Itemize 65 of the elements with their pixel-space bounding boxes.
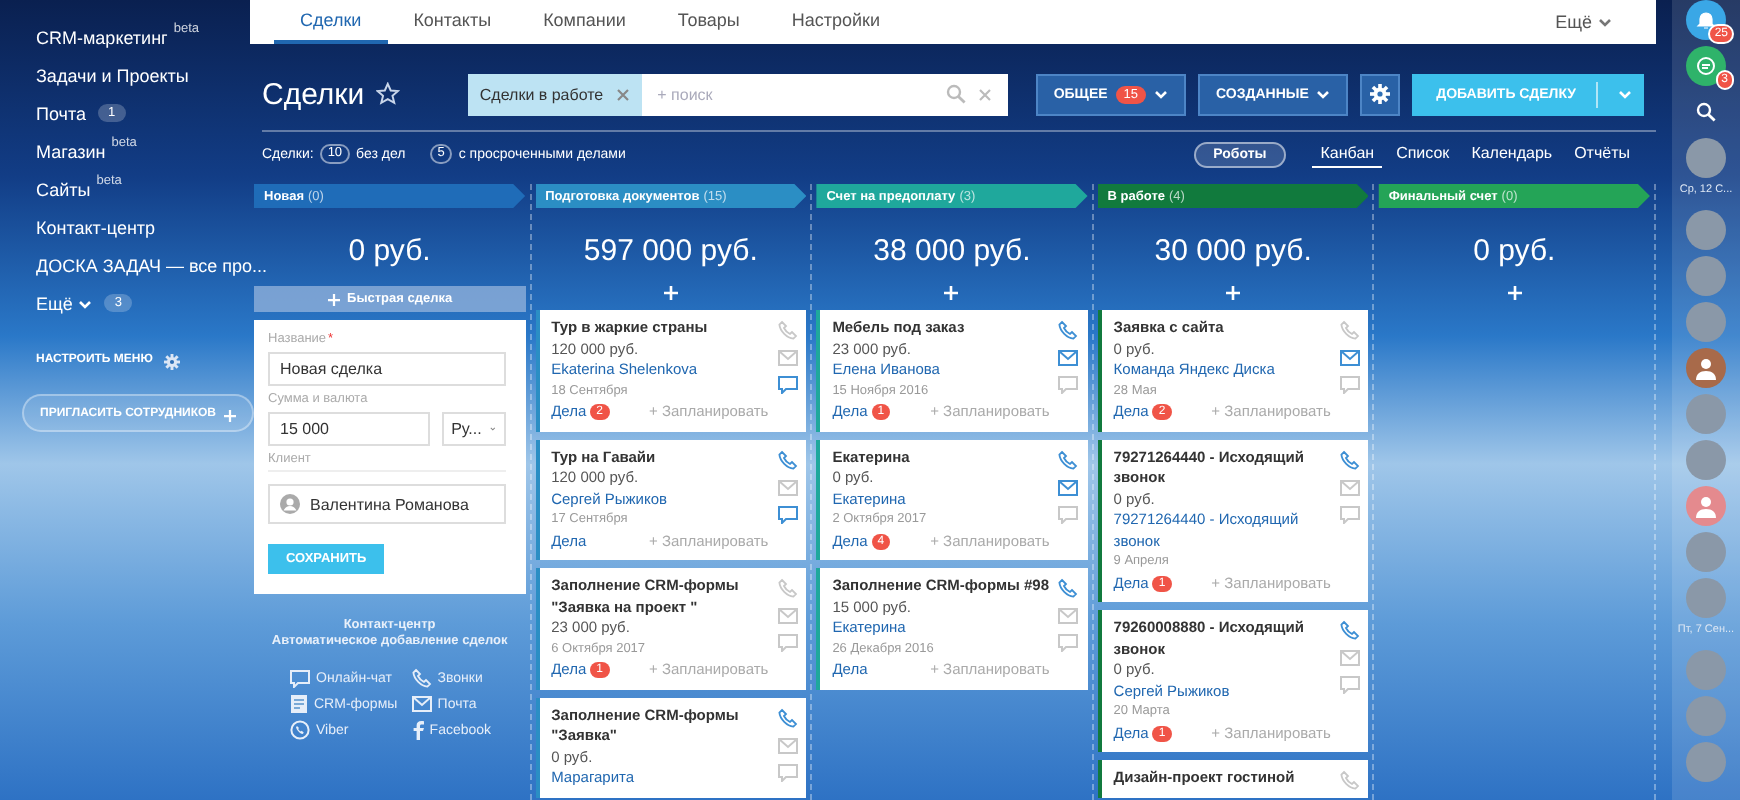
- form-icon: [290, 694, 308, 714]
- person-icon: [280, 494, 300, 514]
- add-icon: [663, 286, 678, 300]
- search-field[interactable]: Сделки в работе + поиск: [467, 73, 1008, 115]
- settings-button[interactable]: [1360, 73, 1401, 115]
- star-icon[interactable]: [376, 82, 400, 106]
- avatar[interactable]: [1686, 210, 1726, 250]
- caret-icon: [1154, 89, 1169, 99]
- tab[interactable]: Сделки: [274, 0, 388, 44]
- avatar[interactable]: [1686, 742, 1726, 782]
- avatar[interactable]: [1686, 578, 1726, 618]
- tab[interactable]: Компании: [517, 0, 652, 44]
- plus-icon: [224, 410, 237, 422]
- avatar[interactable]: [1686, 138, 1726, 178]
- chat-bubble-icon: [1696, 56, 1716, 76]
- avatar[interactable]: [1686, 440, 1726, 480]
- settings-icon: [1370, 84, 1391, 104]
- remove-icon[interactable]: [615, 87, 630, 101]
- user-avatar[interactable]: [1686, 486, 1726, 526]
- bell-icon: [1696, 10, 1716, 30]
- view-tab[interactable]: Список: [1388, 140, 1458, 168]
- menu-item[interactable]: Контакт-центр: [36, 218, 156, 238]
- menu-item[interactable]: CRM-маркетинг: [36, 28, 168, 48]
- mail-icon: [411, 696, 432, 712]
- settings-icon: [164, 354, 181, 370]
- avatar[interactable]: [1686, 532, 1726, 572]
- plus-icon: [327, 293, 340, 305]
- caret-icon: [1316, 89, 1331, 99]
- stage-sum: 597 000 руб.: [581, 234, 760, 272]
- tab[interactable]: Товары: [651, 0, 766, 44]
- avatar[interactable]: [1686, 256, 1726, 296]
- view-tab[interactable]: Канбан: [1312, 140, 1383, 168]
- facebook-icon: [411, 720, 424, 740]
- menu-item[interactable]: Почта: [36, 104, 86, 124]
- client-field[interactable]: Валентина Романова: [268, 484, 506, 524]
- input-field[interactable]: Новая сделка: [268, 352, 506, 386]
- tab[interactable]: Настройки: [765, 0, 907, 44]
- chat-icon: [290, 669, 310, 687]
- phone-icon: [411, 668, 432, 688]
- stage-sum: 0 руб.: [1471, 234, 1558, 272]
- avatar[interactable]: [1686, 696, 1726, 736]
- page-title: Сделки: [262, 77, 365, 111]
- add-icon: [1226, 286, 1241, 300]
- stage-sum: 38 000 руб.: [871, 234, 1033, 272]
- menu-item[interactable]: Задачи и Проекты: [36, 66, 189, 86]
- caret-icon: [1598, 17, 1612, 27]
- menu-item[interactable]: Сайты: [36, 180, 91, 200]
- caret-icon: [1618, 89, 1632, 99]
- menu-item[interactable]: ДОСКА ЗАДАЧ — все про...: [36, 256, 268, 276]
- menu-item[interactable]: Ещё: [36, 294, 73, 314]
- search-icon[interactable]: [1696, 102, 1716, 122]
- stage-sum: 30 000 руб.: [1152, 234, 1314, 272]
- filter-tag[interactable]: Сделки в работе: [467, 73, 642, 115]
- tab[interactable]: Контакты: [387, 0, 518, 44]
- more-tab[interactable]: Ещё: [1555, 12, 1612, 32]
- menu-item[interactable]: Магазин: [36, 142, 106, 162]
- view-tab[interactable]: Календарь: [1463, 140, 1561, 168]
- add-icon: [944, 286, 959, 300]
- viber-icon: [290, 720, 310, 740]
- add-icon: [1507, 286, 1522, 300]
- user-avatar[interactable]: [1686, 348, 1726, 388]
- input-field[interactable]: 15 000: [268, 412, 430, 446]
- currency-select[interactable]: Ру...: [441, 412, 506, 446]
- view-tab[interactable]: Отчёты: [1566, 140, 1638, 168]
- clear-icon[interactable]: [977, 87, 992, 101]
